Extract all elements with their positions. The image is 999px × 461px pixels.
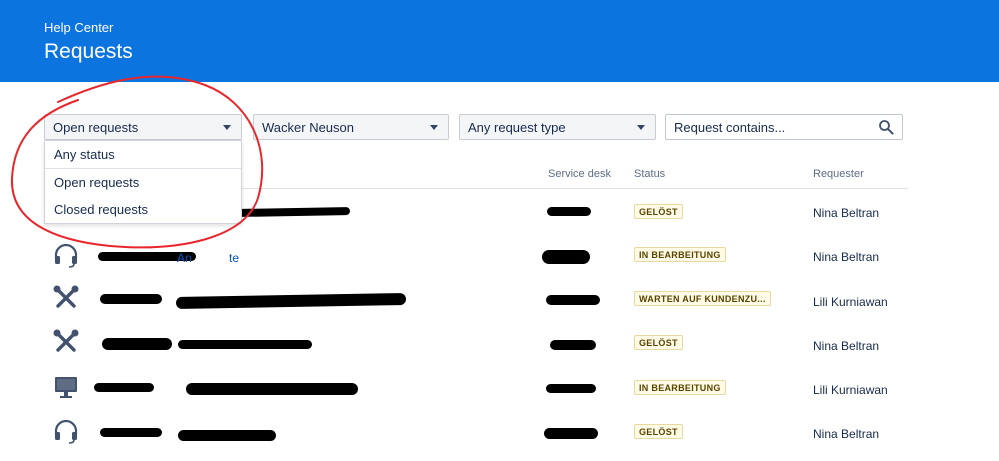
breadcrumb-help-center[interactable]: Help Center [44, 20, 113, 35]
status-badge: IN BEARBEITUNG [634, 380, 726, 395]
monitor-icon [55, 377, 77, 398]
requester-name: Nina Beltran [813, 250, 880, 264]
redaction-mark [100, 294, 162, 304]
requester-name: Lili Kurniawan [813, 383, 888, 397]
redaction-mark [175, 292, 407, 310]
column-header-service-desk[interactable]: Service desk [548, 168, 611, 180]
request-type-filter-value: Any request type [468, 120, 566, 135]
requester-name: Lili Kurniawan [813, 295, 888, 309]
chevron-down-icon [430, 125, 438, 130]
column-header-requester[interactable]: Requester [813, 168, 864, 180]
tools-icon [53, 329, 79, 352]
request-search-input[interactable]: Request contains... [665, 114, 903, 140]
redaction-mark [178, 340, 312, 349]
requester-name: Nina Beltran [813, 427, 880, 441]
requester-name: Nina Beltran [813, 339, 880, 353]
status-badge: GELÖST [634, 204, 683, 219]
status-badge: WARTEN AUF KUNDENZU... [634, 291, 771, 306]
redaction-mark [542, 250, 590, 264]
redaction-mark [547, 207, 591, 216]
headset-icon [54, 419, 78, 444]
search-icon[interactable] [878, 119, 894, 135]
column-header-status[interactable]: Status [634, 168, 665, 180]
annotation-circle [10, 75, 264, 249]
redaction-mark [178, 430, 276, 441]
status-badge: GELÖST [634, 424, 683, 439]
tools-icon [53, 285, 79, 308]
redaction-mark [546, 295, 600, 305]
redaction-mark [550, 340, 596, 350]
redaction-mark [186, 383, 358, 395]
status-badge: IN BEARBEITUNG [634, 247, 726, 262]
redaction-mark [102, 338, 172, 350]
organization-filter-select[interactable]: Wacker Neuson [253, 114, 449, 140]
redaction-mark [546, 384, 596, 393]
redaction-mark [544, 428, 598, 439]
redaction-mark [100, 428, 162, 437]
requester-name: Nina Beltran [813, 206, 880, 220]
status-badge: GELÖST [634, 335, 683, 350]
request-type-filter-select[interactable]: Any request type [459, 114, 656, 140]
chevron-down-icon [637, 125, 645, 130]
redaction-mark [94, 383, 154, 392]
search-placeholder: Request contains... [674, 120, 786, 135]
